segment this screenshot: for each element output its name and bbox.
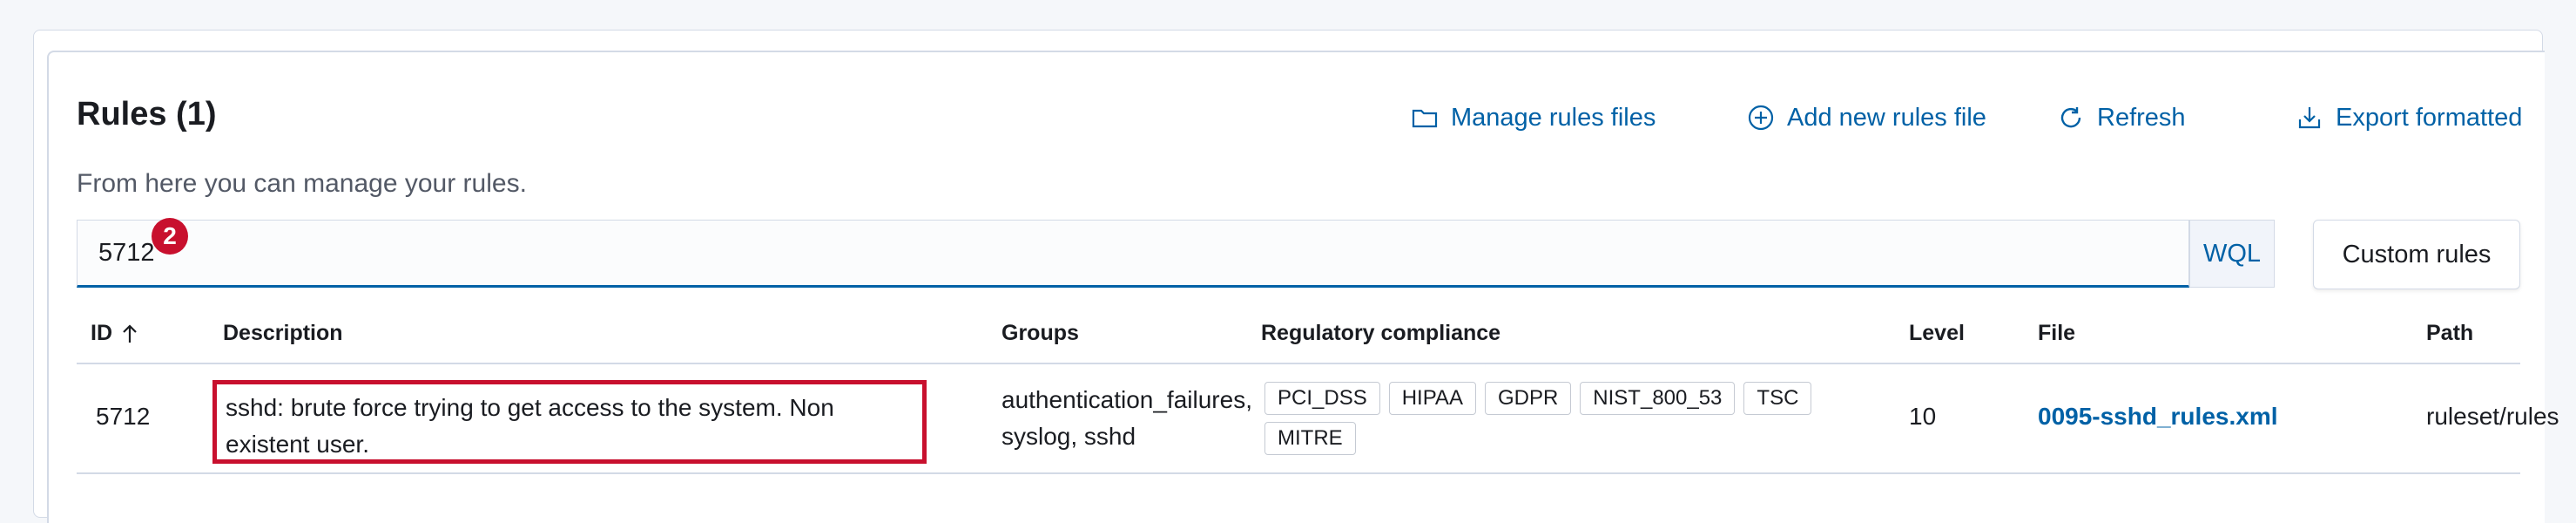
compliance-tag[interactable]: PCI_DSS (1264, 382, 1380, 415)
refresh-icon (2060, 107, 2081, 128)
page-title: Rules (1) (77, 96, 217, 132)
export-formatted-button[interactable]: Export formatted (2296, 98, 2522, 138)
page-subtitle: From here you can manage your rules. (77, 169, 527, 198)
row-id: 5712 (96, 403, 151, 430)
compliance-tags: PCI_DSS HIPAA GDPR NIST_800_53 TSC MITRE (1264, 382, 1839, 455)
add-new-rules-file-label: Add new rules file (1787, 103, 1986, 132)
export-formatted-label: Export formatted (2336, 103, 2523, 132)
column-header-file[interactable]: File (2038, 321, 2075, 346)
row-description: sshd: brute force trying to get access t… (212, 380, 927, 464)
row-file-link[interactable]: 0095-sshd_rules.xml (2038, 403, 2278, 431)
column-header-id[interactable]: ID (91, 321, 140, 346)
row-level: 10 (1909, 403, 1937, 430)
manage-rules-files-label: Manage rules files (1451, 103, 1656, 132)
notification-badge: 2 (152, 218, 188, 255)
compliance-tag[interactable]: MITRE (1264, 422, 1356, 455)
sort-ascending-icon (123, 323, 137, 343)
column-header-compliance: Regulatory compliance (1261, 321, 1501, 345)
wql-button[interactable]: WQL (2189, 220, 2275, 288)
row-divider (77, 472, 2520, 474)
compliance-tag[interactable]: TSC (1743, 382, 1812, 415)
search-input[interactable] (98, 238, 2014, 268)
export-icon (2298, 107, 2321, 129)
column-header-id-label: ID (91, 321, 112, 345)
row-path: ruleset/rules (2426, 403, 2559, 430)
refresh-button[interactable]: Refresh (2057, 98, 2186, 138)
manage-rules-files-button[interactable]: Manage rules files (1411, 98, 1656, 138)
plus-circle-icon (1748, 105, 1774, 131)
compliance-tag[interactable]: HIPAA (1388, 382, 1476, 415)
add-new-rules-file-button[interactable]: Add new rules file (1747, 98, 1986, 138)
header-actions: Manage rules files Add new rules file Re… (1411, 98, 2541, 138)
row-groups: authentication_failures, syslog, sshd (1001, 386, 1252, 450)
folder-icon (1412, 109, 1438, 128)
column-header-level[interactable]: Level (1909, 321, 1965, 346)
compliance-tag[interactable]: GDPR (1484, 382, 1572, 415)
compliance-tag[interactable]: NIST_800_53 (1580, 382, 1736, 415)
header-divider (77, 363, 2520, 364)
refresh-label: Refresh (2097, 103, 2186, 132)
column-header-path[interactable]: Path (2426, 321, 2473, 346)
column-header-groups[interactable]: Groups (1001, 321, 1079, 346)
search-bar[interactable] (77, 220, 2189, 288)
custom-rules-button[interactable]: Custom rules (2313, 220, 2520, 289)
column-header-description[interactable]: Description (223, 321, 343, 346)
